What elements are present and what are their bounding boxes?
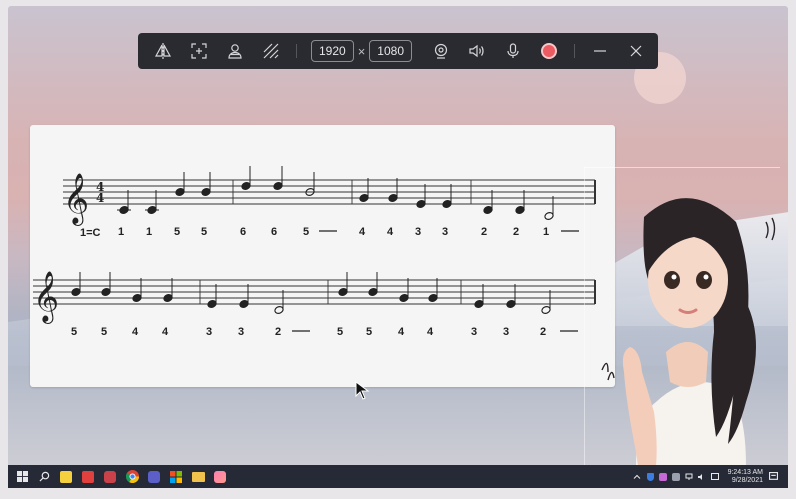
mouse-cursor-icon (355, 381, 370, 400)
volume-icon[interactable] (698, 472, 707, 481)
record-dot-icon (541, 43, 557, 59)
jianpu-number: 4 (387, 226, 394, 238)
numbered-notation-row-2: 5 5 4 4 3 3 2 5 5 4 4 3 3 2 (71, 326, 578, 338)
jianpu-number: 5 (71, 326, 77, 338)
windows-start-icon[interactable] (14, 469, 30, 485)
jianpu-number: 2 (481, 226, 487, 238)
file-explorer-icon[interactable] (190, 469, 206, 485)
recorder-toolbar: 1920 × 1080 (138, 33, 658, 69)
sticky-notes-icon[interactable] (58, 469, 74, 485)
toolbar-separator (296, 44, 297, 58)
jianpu-number: 3 (238, 326, 244, 338)
jianpu-number: 4 (132, 326, 139, 338)
jianpu-number: 5 (101, 326, 107, 338)
jianpu-number: 4 (427, 326, 434, 338)
resolution-width-field[interactable]: 1920 (311, 40, 354, 62)
windows-taskbar: 9:24:13 AM 9/28/2021 (8, 465, 788, 488)
jianpu-number: 4 (398, 326, 405, 338)
app-red-icon[interactable] (80, 469, 96, 485)
ime-icon[interactable] (711, 472, 720, 481)
key-label: 1=C (80, 227, 101, 239)
chrome-icon[interactable] (124, 469, 140, 485)
jianpu-number: 5 (201, 226, 207, 238)
avatar-character (601, 198, 776, 466)
jianpu-number: 3 (503, 326, 509, 338)
treble-clef-1: 𝄞 (63, 173, 89, 226)
jianpu-number: 4 (162, 326, 169, 338)
toolbar-separator (574, 44, 575, 58)
sheet-music-score: 𝄞 𝄞 4 4 1=C 11556654433221 5544332554433… (33, 166, 596, 338)
treble-clef-2: 𝄞 (33, 271, 59, 324)
jianpu-number: 5 (337, 326, 343, 338)
recorder-app-icon[interactable] (212, 469, 228, 485)
system-clock[interactable]: 9:24:13 AM 9/28/2021 (728, 469, 763, 485)
jianpu-number: 5 (174, 226, 180, 238)
tray-app-icon[interactable] (659, 472, 668, 481)
teams-icon[interactable] (146, 469, 162, 485)
staff-line-1 (63, 179, 596, 205)
media-icon[interactable] (102, 469, 118, 485)
times-symbol: × (357, 43, 366, 59)
jianpu-number: 1 (118, 226, 124, 238)
store-icon[interactable] (168, 469, 184, 485)
resolution-height-field[interactable]: 1080 (369, 40, 412, 62)
sheet-music-panel: 𝄞 𝄞 4 4 1=C 11556654433221 5544332554433… (30, 125, 615, 387)
jianpu-number: 5 (303, 226, 309, 238)
minimize-icon[interactable] (589, 40, 611, 62)
jianpu-number: 4 (359, 226, 366, 238)
time-signature-bottom: 4 (96, 191, 104, 205)
jianpu-number: 2 (513, 226, 519, 238)
microphone-icon[interactable] (502, 40, 524, 62)
jianpu-number: 3 (442, 226, 448, 238)
record-button[interactable] (538, 40, 560, 62)
selection-guide-vertical (584, 167, 585, 465)
mirror-icon[interactable] (152, 40, 174, 62)
jianpu-number: 3 (415, 226, 421, 238)
jianpu-number: 3 (471, 326, 477, 338)
tray-app-2-icon[interactable] (672, 472, 681, 481)
background-pattern-icon[interactable] (260, 40, 282, 62)
network-icon[interactable] (685, 472, 694, 481)
clock-time: 9:24:13 AM (727, 468, 763, 476)
shield-icon[interactable] (646, 472, 655, 481)
speaker-icon[interactable] (466, 40, 488, 62)
jianpu-number: 1 (146, 226, 152, 238)
jianpu-number: 3 (206, 326, 212, 338)
system-tray: 9:24:13 AM 9/28/2021 (633, 465, 782, 488)
webcam-icon[interactable] (430, 40, 452, 62)
chevron-up-icon[interactable] (633, 472, 642, 481)
jianpu-number: 5 (366, 326, 372, 338)
jianpu-number: 6 (271, 226, 277, 238)
avatar-person-icon[interactable] (224, 40, 246, 62)
jianpu-number: 1 (543, 226, 549, 238)
jianpu-number: 6 (240, 226, 246, 238)
capture-region-icon[interactable] (188, 40, 210, 62)
selection-guide-horizontal (584, 167, 780, 168)
notification-icon[interactable] (769, 472, 778, 481)
close-icon[interactable] (625, 40, 647, 62)
clock-date: 9/28/2021 (731, 476, 763, 484)
numbered-notation-row-1: 1 1 5 5 6 6 5 4 4 3 3 2 2 1 (118, 226, 579, 238)
jianpu-number: 2 (540, 326, 546, 338)
jianpu-number: 2 (275, 326, 281, 338)
search-icon[interactable] (36, 469, 52, 485)
